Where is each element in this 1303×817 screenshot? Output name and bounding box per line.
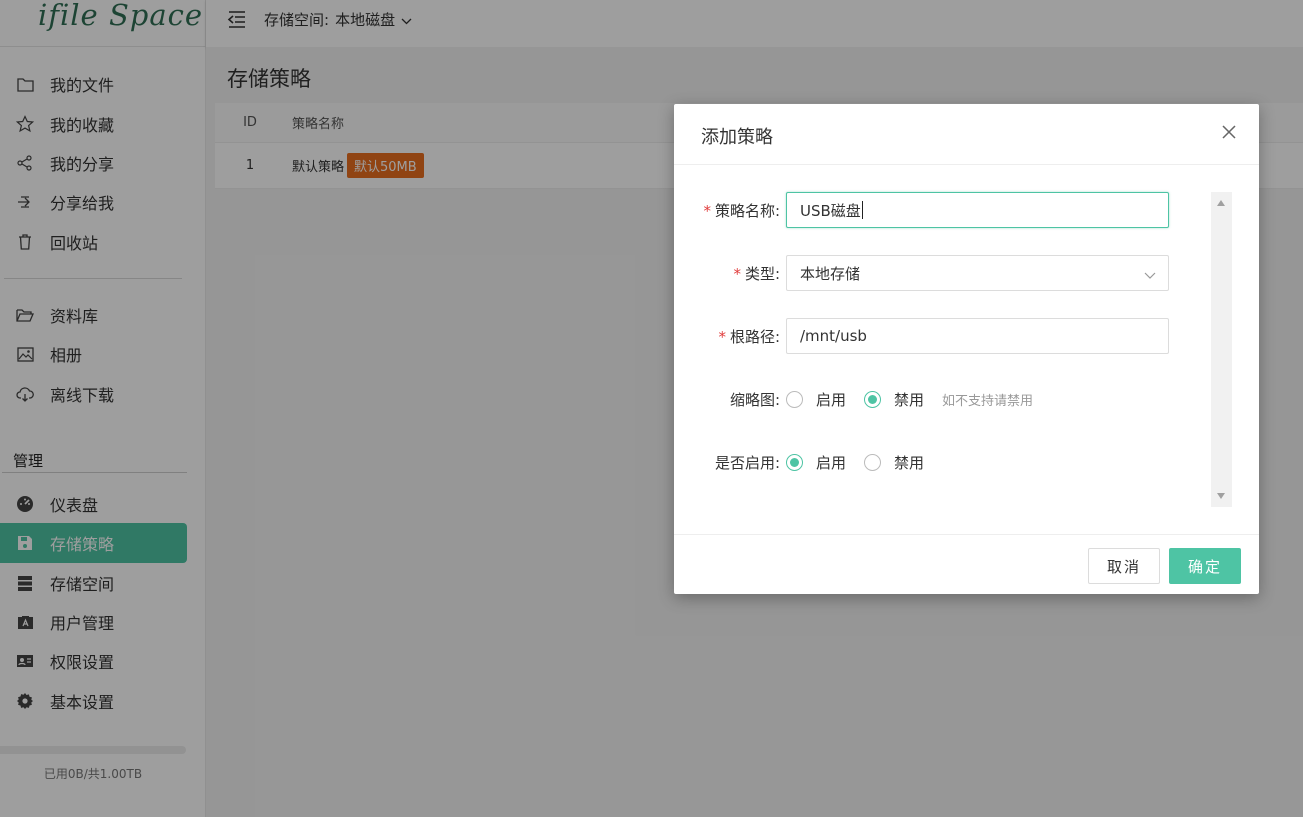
enabled-no-radio[interactable]: 禁用 — [864, 452, 924, 473]
dialog-footer: 取消 确定 — [674, 534, 1259, 594]
add-policy-dialog: 添加策略 * 策略名称: USB磁盘 * 类型: 本地存储 * 根路径: /mnt/u… — [674, 104, 1259, 594]
scroll-up-arrow-icon[interactable] — [1217, 200, 1225, 206]
radio-circle-checked — [786, 453, 803, 471]
policy-name-input[interactable]: USB磁盘 — [786, 192, 1169, 228]
form-row-type: * 类型: 本地存储 — [674, 255, 1194, 291]
form-label: * 策略名称: — [674, 200, 786, 221]
dialog-scrollbar[interactable] — [1211, 192, 1232, 507]
form-label: 缩略图: — [729, 390, 780, 409]
root-path-input[interactable]: /mnt/usb — [786, 318, 1169, 354]
close-icon[interactable] — [1221, 124, 1239, 142]
radio-label: 禁用 — [894, 453, 925, 472]
chevron-down-icon — [1144, 267, 1156, 279]
enabled-yes-radio[interactable]: 启用 — [786, 452, 846, 473]
thumbnail-hint: 如不支持请禁用 — [942, 393, 1034, 409]
thumbnail-disable-radio[interactable]: 禁用 — [864, 389, 924, 410]
radio-label: 启用 — [816, 390, 847, 409]
confirm-button[interactable]: 确定 — [1169, 548, 1241, 584]
cancel-button[interactable]: 取消 — [1088, 548, 1160, 584]
form-label: * 类型: — [674, 263, 786, 284]
radio-label: 禁用 — [894, 390, 925, 409]
policy-name-label: 策略名称: — [714, 201, 780, 220]
dialog-title: 添加策略 — [701, 127, 773, 148]
radio-circle-checked — [864, 390, 882, 408]
required-mark: * — [703, 201, 711, 220]
type-selected-value: 本地存储 — [800, 264, 861, 283]
text-caret — [861, 201, 863, 219]
form-row-policy-name: * 策略名称: USB磁盘 — [674, 192, 1194, 228]
form-row-root-path: * 根路径: /mnt/usb — [674, 318, 1194, 354]
thumbnail-enable-radio[interactable]: 启用 — [786, 389, 846, 410]
scroll-down-arrow-icon[interactable] — [1217, 493, 1225, 499]
required-mark: * — [718, 327, 726, 346]
root-path-label: 根路径: — [729, 327, 780, 346]
policy-name-value: USB磁盘 — [800, 201, 861, 220]
type-select[interactable]: 本地存储 — [786, 255, 1169, 291]
radio-label: 启用 — [816, 453, 847, 472]
root-path-value: /mnt/usb — [800, 327, 867, 345]
radio-circle — [864, 453, 882, 471]
type-label: 类型: — [744, 264, 780, 283]
form-label: 是否启用: — [714, 453, 780, 472]
form-label: * 根路径: — [674, 326, 786, 347]
dialog-body: * 策略名称: USB磁盘 * 类型: 本地存储 * 根路径: /mnt/usb 缩略… — [674, 166, 1259, 536]
enabled-radio-group: 启用 禁用 — [786, 452, 942, 473]
radio-circle — [786, 390, 803, 408]
form-row-enabled: 是否启用: 启用 禁用 — [674, 444, 1194, 480]
thumbnail-radio-group: 启用 禁用 如不支持请禁用 — [786, 389, 1033, 410]
form-row-thumbnail: 缩略图: 启用 禁用 如不支持请禁用 — [674, 381, 1194, 417]
required-mark: * — [733, 264, 741, 283]
dialog-header: 添加策略 — [674, 104, 1259, 165]
